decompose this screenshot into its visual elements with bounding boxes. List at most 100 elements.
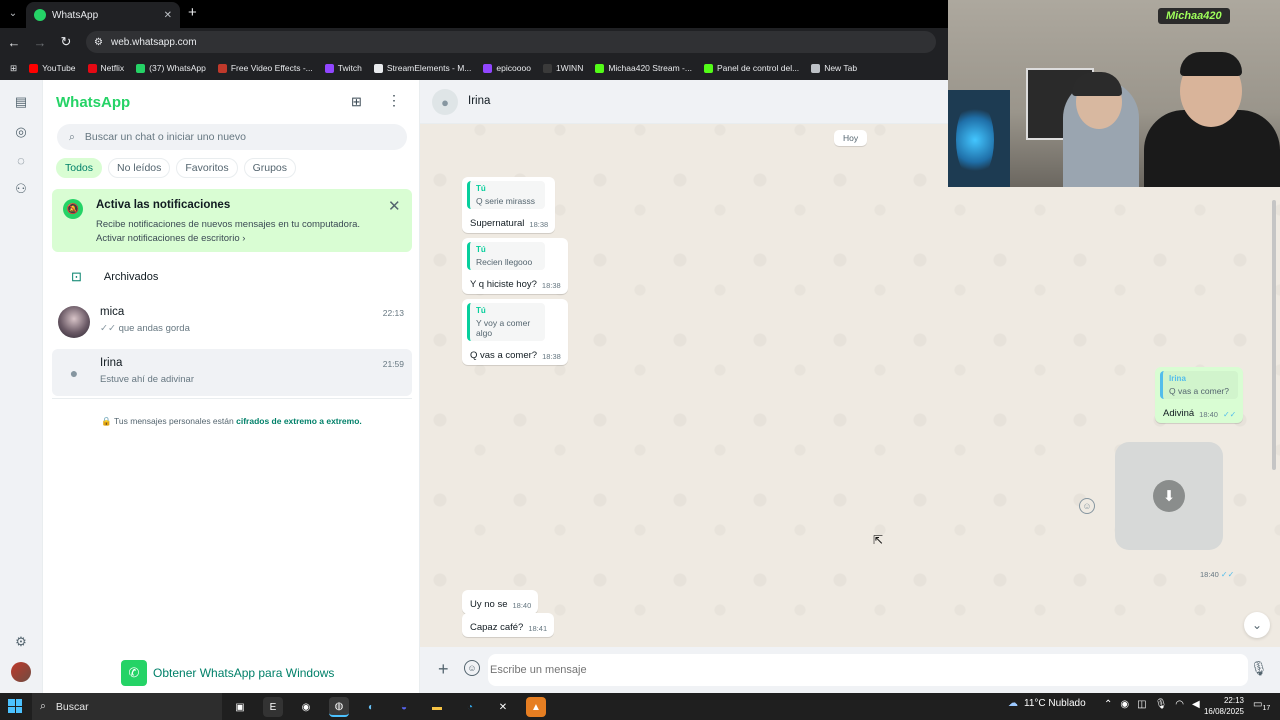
bookmark-item[interactable]: Panel de control del... xyxy=(703,63,800,73)
forward-icon[interactable]: → xyxy=(28,35,52,50)
settings-gear-icon[interactable]: ⚙ xyxy=(11,632,31,652)
filter-grupos[interactable]: Grupos xyxy=(243,158,297,178)
browser-tab-whatsapp[interactable]: WhatsApp ✕ xyxy=(26,2,180,28)
search-input[interactable]: ⌕ Buscar un chat o iniciar uno nuevo xyxy=(57,124,407,150)
chat-preview: ✓✓ que andas gorda xyxy=(100,323,190,334)
chevron-up-icon[interactable]: ⌃ xyxy=(1104,699,1112,710)
message-bubble[interactable]: Uy no se 18:40 xyxy=(462,590,539,614)
chat-name: mica xyxy=(100,305,125,318)
bookmark-item[interactable]: Netflix xyxy=(87,63,124,73)
chrome-icon[interactable]: ◍ xyxy=(329,697,349,717)
scrollbar-thumb[interactable] xyxy=(1272,200,1276,470)
close-icon[interactable]: ✕ xyxy=(388,197,401,215)
app-icon[interactable]: ▲ xyxy=(526,697,546,717)
communities-icon[interactable]: ⚇ xyxy=(11,179,31,199)
chat-name: Irina xyxy=(100,356,123,369)
quote-text: Q vas a comer? xyxy=(1169,386,1229,396)
encryption-link[interactable]: cifrados de extremo a extremo. xyxy=(236,416,362,426)
bookmark-favicon-icon xyxy=(217,63,227,73)
bookmark-item[interactable]: Twitch xyxy=(324,63,362,73)
message-bubble-outgoing[interactable]: Irina Q vas a comer? Adiviná 18:40 ✓✓ xyxy=(1155,367,1244,423)
chat-item-irina[interactable]: ● Irina 21:59 Estuve ahí de adivinar xyxy=(52,349,412,396)
microphone-icon[interactable]: 🎙 xyxy=(1155,699,1168,710)
chats-icon[interactable]: ▤ xyxy=(11,92,31,112)
message-bubble[interactable]: Tú Recien llegooo Y q hiciste hoy? 18:38 xyxy=(462,238,568,294)
start-windows-icon[interactable] xyxy=(8,699,22,713)
emoji-reaction-icon[interactable]: ☺ xyxy=(1079,498,1095,514)
address-bar[interactable]: ⚙ web.whatsapp.com xyxy=(86,31,936,53)
quoted-message[interactable]: Tú Recien llegooo xyxy=(467,242,545,270)
emoji-sticker-icon[interactable]: ☺ xyxy=(464,660,480,676)
tray-app-icon[interactable]: ◫ xyxy=(1137,699,1146,710)
filter-no-leidos[interactable]: No leídos xyxy=(108,158,171,178)
new-tab-button[interactable]: + xyxy=(188,5,197,21)
contact-avatar-icon[interactable]: ● xyxy=(432,89,458,115)
taskbar-search[interactable]: ⌕ Buscar xyxy=(32,693,222,720)
download-icon[interactable]: ⬇ xyxy=(1153,480,1185,512)
discord-icon[interactable]: ◒ xyxy=(394,697,414,717)
obs-icon[interactable]: ◉ xyxy=(296,697,316,717)
bookmark-item[interactable]: Free Video Effects -... xyxy=(217,63,313,73)
weather-widget[interactable]: ☁ 11°C Nublado xyxy=(1008,698,1086,709)
media-message[interactable]: ⬇ xyxy=(1115,442,1223,550)
message-bubble[interactable]: Tú Y voy a comer algo Q vas a comer? 18:3… xyxy=(462,299,568,365)
epic-games-icon[interactable]: E xyxy=(263,697,283,717)
quoted-message[interactable]: Irina Q vas a comer? xyxy=(1160,371,1238,399)
bookmark-label: Panel de control del... xyxy=(716,63,800,73)
wifi-icon[interactable]: ◠ xyxy=(1175,699,1184,710)
file-explorer-icon[interactable]: ▬ xyxy=(427,697,447,717)
status-icon[interactable]: ◎ xyxy=(11,122,31,142)
message-bubble[interactable]: Capaz café? 18:41 xyxy=(462,613,555,637)
menu-kebab-icon[interactable]: ⋮ xyxy=(387,92,401,109)
bookmark-favicon-icon xyxy=(811,63,821,73)
taskbar-search-label: Buscar xyxy=(55,700,89,713)
archived-row[interactable]: ⊡ Archivados xyxy=(43,262,420,292)
bookmark-item[interactable]: epicoooo xyxy=(483,63,531,73)
message-time: 18:38 xyxy=(542,352,561,361)
read-ticks-icon: ✓✓ xyxy=(1220,570,1235,579)
task-view-icon[interactable]: ▣ xyxy=(230,697,250,717)
cloud-icon: ☁ xyxy=(1008,698,1018,709)
steam-icon[interactable]: ◐ xyxy=(361,697,381,717)
bookmark-item[interactable]: Michaa420 Stream -... xyxy=(595,63,692,73)
bookmark-item[interactable]: YouTube xyxy=(29,63,76,73)
avatar xyxy=(58,305,90,338)
attach-plus-icon[interactable]: + xyxy=(438,660,449,678)
edge-icon[interactable]: ◔ xyxy=(460,697,480,717)
bookmark-item[interactable]: 1WINN xyxy=(542,63,583,73)
apps-grid-icon[interactable]: ⊞ xyxy=(10,63,17,74)
divider xyxy=(52,398,412,399)
encryption-notice: 🔒 Tus mensajes personales están cifrados… xyxy=(43,416,420,427)
tab-close-icon[interactable]: ✕ xyxy=(164,10,172,21)
get-windows-app-link[interactable]: ✆ Obtener WhatsApp para Windows xyxy=(121,660,334,686)
reload-icon[interactable]: ↻ xyxy=(54,34,78,50)
channels-icon[interactable]: ◌ xyxy=(11,150,31,170)
scroll-to-bottom-icon[interactable]: ⌄ xyxy=(1244,612,1270,638)
back-icon[interactable]: ← xyxy=(2,35,26,50)
quoted-message[interactable]: Tú Y voy a comer algo xyxy=(467,303,545,341)
quoted-message[interactable]: Tú Q serie mirasss xyxy=(467,181,545,209)
enable-notifications-link[interactable]: Activar notificaciones de escritorio › xyxy=(96,233,245,244)
notification-center-icon[interactable]: ▭17 xyxy=(1253,699,1270,712)
tray-app-icon[interactable]: ◉ xyxy=(1120,699,1129,710)
contact-name[interactable]: Irina xyxy=(468,95,490,107)
bookmark-favicon-icon xyxy=(483,63,493,73)
filter-favoritos[interactable]: Favoritos xyxy=(176,158,238,178)
tab-search-chevron-icon[interactable]: ⌄ xyxy=(5,6,21,22)
message-input[interactable] xyxy=(488,654,1248,686)
chat-item-mica[interactable]: mica 22:13 ✓✓ que andas gorda xyxy=(52,298,412,345)
microphone-icon[interactable]: 🎙 xyxy=(1250,660,1268,677)
taskbar-clock[interactable]: 22:13 16/08/2025 xyxy=(1196,695,1244,717)
site-info-icon[interactable]: ⚙ xyxy=(94,37,103,48)
message-bubble[interactable]: Tú Q serie mirasss Supernatural 18:38 xyxy=(462,177,556,233)
bookmark-item[interactable]: StreamElements - M... xyxy=(373,63,471,73)
filter-todos[interactable]: Todos xyxy=(56,158,103,178)
new-chat-icon[interactable]: ⊞ xyxy=(351,94,362,110)
clock-time: 22:13 xyxy=(1223,696,1244,705)
bookmark-item[interactable]: New Tab xyxy=(811,63,857,73)
profile-avatar[interactable] xyxy=(11,662,31,682)
bookmark-item[interactable]: (37) WhatsApp xyxy=(136,63,206,73)
chat-list-panel: WhatsApp ⊞ ⋮ ⌕ Buscar un chat o iniciar … xyxy=(43,80,420,693)
capcut-icon[interactable]: ✕ xyxy=(493,697,513,717)
bookmark-label: Michaa420 Stream -... xyxy=(608,63,692,73)
